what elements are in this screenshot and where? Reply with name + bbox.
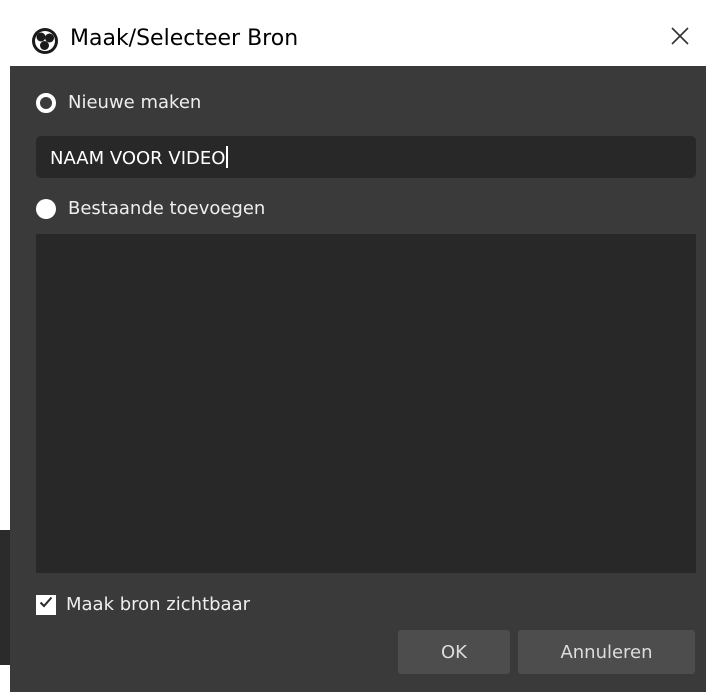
source-name-input[interactable]: NAAM VOOR VIDEO [36, 136, 696, 178]
visible-label: Maak bron zichtbaar [66, 594, 251, 615]
source-name-value: NAAM VOOR VIDEO [50, 148, 226, 169]
radio-new-source[interactable]: Nieuwe maken [36, 92, 201, 113]
close-button[interactable] [662, 20, 698, 56]
obs-logo-icon [32, 28, 58, 54]
radio-new-label: Nieuwe maken [68, 92, 202, 113]
radio-existing-label: Bestaande toevoegen [68, 198, 266, 219]
visible-checkbox[interactable] [36, 594, 56, 615]
radio-filled-icon[interactable] [36, 198, 56, 219]
ok-button[interactable]: OK [398, 630, 510, 674]
radio-existing-source[interactable]: Bestaande toevoegen [36, 198, 265, 219]
cancel-button[interactable]: Annuleren [518, 630, 695, 674]
checkmark-icon [38, 594, 54, 615]
background-window-strip [0, 530, 10, 665]
existing-sources-list[interactable] [36, 234, 696, 573]
radio-unselected-icon[interactable] [36, 92, 56, 113]
text-caret [226, 146, 229, 168]
window-left-edge [0, 0, 10, 692]
close-icon [670, 26, 690, 50]
visible-checkbox-row[interactable]: Maak bron zichtbaar [36, 594, 250, 615]
dialog-content: Nieuwe maken NAAM VOOR VIDEO Bestaande t… [10, 66, 706, 692]
title-bar: Maak/Selecteer Bron [10, 4, 706, 66]
dialog-title: Maak/Selecteer Bron [70, 26, 299, 51]
